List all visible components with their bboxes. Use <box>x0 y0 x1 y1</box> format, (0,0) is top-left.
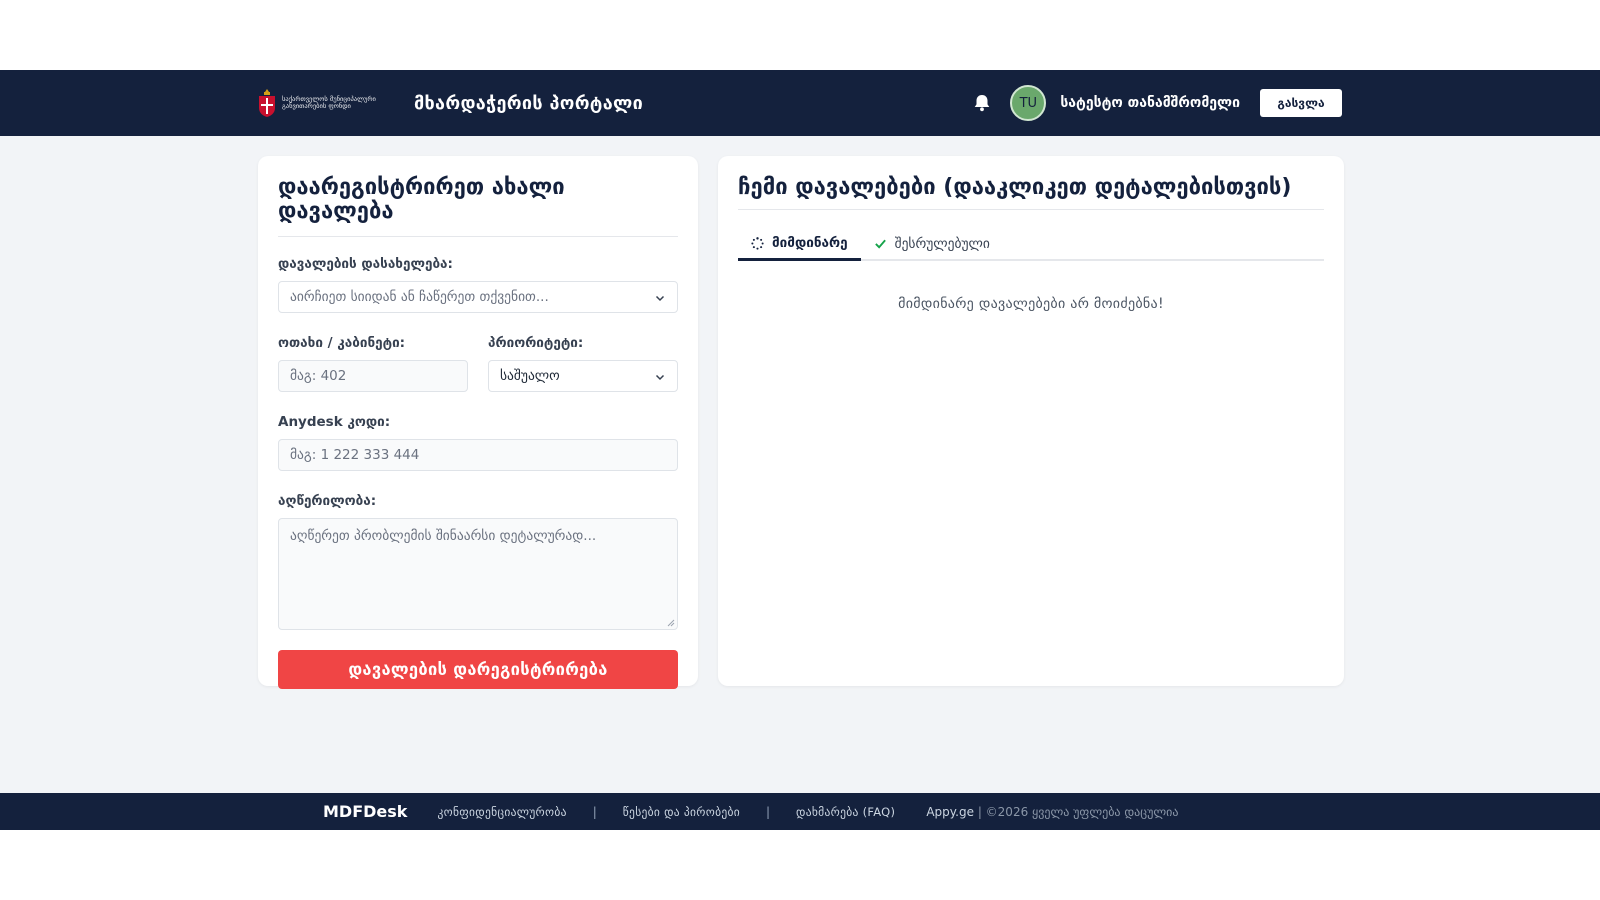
coat-of-arms-icon <box>259 89 275 117</box>
footer-copyright-text: | ©2026 ყველა უფლება დაცულია <box>977 804 1179 819</box>
room-input[interactable]: მაგ: 402 <box>278 360 468 392</box>
new-task-form-card: დაარეგისტრირეთ ახალი დავალება დავალების … <box>258 156 698 689</box>
tab-in-progress[interactable]: მიმდინარე <box>738 228 861 261</box>
anydesk-label: Anydesk კოდი: <box>278 414 391 430</box>
priority-group: პრიორიტეტი: საშუალო <box>488 335 678 392</box>
footer-inner: MDFDesk კონფიდენციალურობა | წესები და პი… <box>323 802 1178 821</box>
notification-bell-icon[interactable] <box>972 93 992 113</box>
tasks-title: ჩემი დავალებები (დააკლიკეთ დეტალებისთვის… <box>738 175 1292 200</box>
footer-brand[interactable]: MDFDesk <box>323 802 407 821</box>
description-group: აღწერილობა: აღწერეთ პრობლემის შინაარსი დ… <box>278 493 678 630</box>
footer-separator: | <box>765 804 771 819</box>
priority-select[interactable]: საშუალო <box>488 360 678 392</box>
empty-tasks-message: მიმდინარე დავალებები არ მოიძებნა! <box>898 296 1164 312</box>
task-name-group: დავალების დასახელება: აირჩიეთ სიიდან ან … <box>278 256 678 313</box>
room-group: ოთახი / კაბინეტი: მაგ: 402 <box>278 335 468 392</box>
navbar-inner: საქართველოს მუნიციპალური განვითარების ფო… <box>258 70 1342 136</box>
check-icon <box>874 239 886 249</box>
tab-completed[interactable]: შესრულებული <box>861 228 1003 259</box>
anydesk-input[interactable]: მაგ: 1 222 333 444 <box>278 439 678 471</box>
register-task-button[interactable]: დავალების დარეგისტრირება <box>278 650 678 689</box>
footer-copyright: Appy.ge | ©2026 ყველა უფლება დაცულია <box>926 805 1178 819</box>
task-name-combobox[interactable]: აირჩიეთ სიიდან ან ჩაწერეთ თქვენით... <box>278 281 678 313</box>
task-name-label: დავალების დასახელება: <box>278 256 453 272</box>
logo[interactable]: საქართველოს მუნიციპალური განვითარების ფო… <box>258 88 643 118</box>
chevron-down-icon <box>655 295 665 302</box>
priority-value: საშუალო <box>500 368 560 384</box>
header-actions: TU სატესტო თანამშრომელი გასვლა <box>972 70 1342 136</box>
tab-completed-label: შესრულებული <box>894 235 990 252</box>
portal-title: მხარდაჭერის პორტალი <box>414 92 644 114</box>
room-label: ოთახი / კაბინეტი: <box>278 335 406 351</box>
anydesk-group: Anydesk კოდი: მაგ: 1 222 333 444 <box>278 414 678 471</box>
room-placeholder: მაგ: 402 <box>290 368 347 384</box>
form-title-divider <box>278 236 678 237</box>
top-navbar: საქართველოს მუნიციპალური განვითარების ფო… <box>0 70 1600 136</box>
spinner-icon <box>751 236 764 250</box>
tab-in-progress-label: მიმდინარე <box>772 235 848 251</box>
footer-company-link[interactable]: Appy.ge <box>926 805 974 819</box>
chevron-down-icon <box>655 374 665 381</box>
footer-link-privacy[interactable]: კონფიდენციალურობა <box>437 805 566 819</box>
my-tasks-card: ჩემი დავალებები (დააკლიკეთ დეტალებისთვის… <box>718 156 1344 686</box>
task-tabs: მიმდინარე შესრულებული <box>738 228 1324 261</box>
footer-separator: | <box>592 804 597 819</box>
logo-text: საქართველოს მუნიციპალური განვითარების ფო… <box>282 94 376 110</box>
description-textarea[interactable]: აღწერეთ პრობლემის შინაარსი დეტალურად... <box>278 518 678 630</box>
footer-link-terms[interactable]: წესები და პირობები <box>623 805 740 819</box>
avatar[interactable]: TU <box>1010 85 1047 121</box>
form-title: დაარეგისტრირეთ ახალი დავალება <box>278 175 565 224</box>
tasks-title-divider <box>738 209 1324 210</box>
footer: MDFDesk კონფიდენციალურობა | წესები და პი… <box>0 793 1600 830</box>
description-label: აღწერილობა: <box>278 493 377 509</box>
task-name-placeholder: აირჩიეთ სიიდან ან ჩაწერეთ თქვენით... <box>290 289 549 305</box>
user-name: სატესტო თანამშრომელი <box>1060 95 1240 111</box>
description-placeholder: აღწერეთ პრობლემის შინაარსი დეტალურად... <box>290 528 597 544</box>
footer-link-faq[interactable]: დახმარება (FAQ) <box>796 805 895 819</box>
priority-label: პრიორიტეტი: <box>488 335 584 351</box>
room-priority-row: ოთახი / კაბინეტი: მაგ: 402 პრიორიტეტი: ს… <box>278 335 678 392</box>
resize-handle-icon[interactable] <box>667 619 675 627</box>
logout-button[interactable]: გასვლა <box>1260 89 1342 117</box>
anydesk-placeholder: მაგ: 1 222 333 444 <box>290 447 420 463</box>
